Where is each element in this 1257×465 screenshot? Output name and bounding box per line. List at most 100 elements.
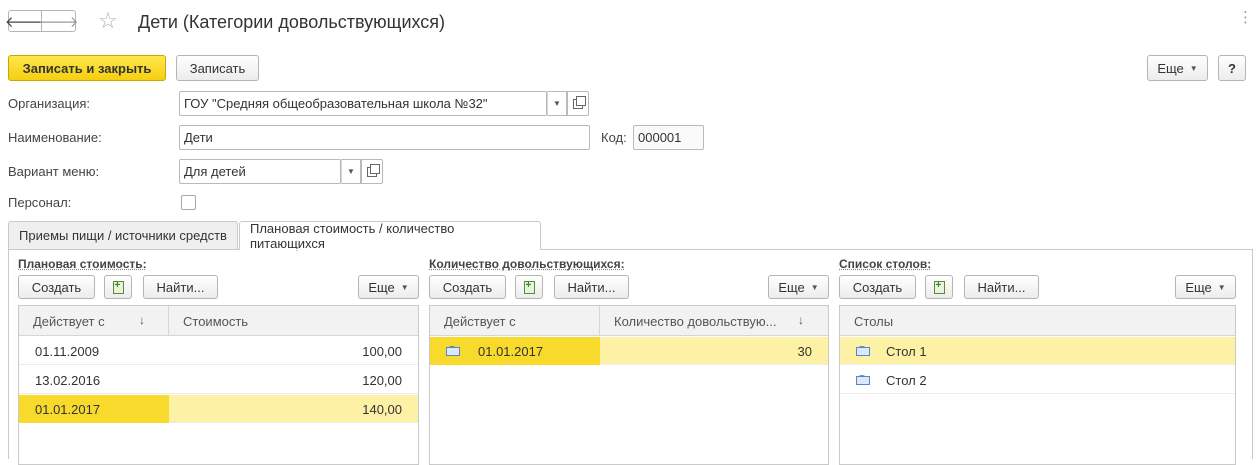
organization-field[interactable]: ГОУ "Средняя общеобразовательная школа №… <box>179 91 547 116</box>
more-label: Еще <box>1157 60 1184 76</box>
count-table[interactable]: Действует с Количество довольствую... ↓ … <box>429 305 829 465</box>
chevron-down-icon: ▼ <box>553 99 561 108</box>
menu-variant-dropdown-button[interactable]: ▼ <box>341 159 361 184</box>
menu-variant-open-button[interactable] <box>361 159 383 184</box>
cost-find-label: Найти... <box>156 279 205 295</box>
record-icon <box>856 371 870 385</box>
count-more-button[interactable]: Еще ▼ <box>768 275 829 299</box>
count-row-value: 30 <box>797 343 812 359</box>
tables-table[interactable]: Столы Стол 1 Стол 2 <box>839 305 1236 465</box>
table-row[interactable]: Стол 2 <box>840 366 1235 394</box>
tables-create-label: Создать <box>852 279 903 295</box>
arrow-right-icon: 🡒 <box>38 13 79 31</box>
tables-row-cell: Стол 2 <box>856 366 927 394</box>
count-more-label: Еще <box>778 279 805 295</box>
count-table-header: Действует с Количество довольствую... ↓ <box>430 306 828 336</box>
count-find-label: Найти... <box>567 279 616 295</box>
name-value: Дети <box>184 130 213 145</box>
count-row-date: 01.01.2017 <box>478 343 544 359</box>
name-field[interactable]: Дети <box>179 125 590 150</box>
tables-create-button[interactable]: Создать <box>839 275 916 299</box>
chevron-down-icon: ▼ <box>347 167 355 176</box>
count-copy-button[interactable] <box>515 275 543 299</box>
personnel-label: Персонал: <box>8 195 72 210</box>
tab-meals-sources[interactable]: Приемы пищи / источники средств <box>8 221 238 249</box>
count-find-button[interactable]: Найти... <box>554 275 629 299</box>
table-row[interactable]: 13.02.2016 120,00 <box>19 366 418 394</box>
organization-open-button[interactable] <box>567 91 589 116</box>
forward-button[interactable]: 🡒 <box>38 10 79 32</box>
cost-col-value-label: Стоимость <box>183 313 249 329</box>
count-section-title: Количество довольствующихся: <box>429 257 625 271</box>
count-col-value-label: Количество довольствую... <box>614 313 777 329</box>
tab-planned-cost[interactable]: Плановая стоимость / количество питающих… <box>239 221 541 251</box>
table-row[interactable]: 01.11.2009 100,00 <box>19 337 418 365</box>
chevron-down-icon: ▼ <box>400 282 409 292</box>
copy-document-icon <box>523 280 535 294</box>
tables-more-label: Еще <box>1185 279 1212 295</box>
organization-label: Организация: <box>8 96 91 111</box>
cost-table[interactable]: Действует с ↓ Стоимость 01.11.2009 100,0… <box>18 305 419 465</box>
chevron-down-icon: ▼ <box>1217 282 1226 292</box>
window-title: Дети (Категории довольствующихся) <box>138 12 446 32</box>
cost-copy-button[interactable] <box>104 275 132 299</box>
cost-col-date-label: Действует с <box>33 313 105 329</box>
table-row[interactable]: 01.01.2017 140,00 <box>19 395 418 423</box>
count-create-button[interactable]: Создать <box>429 275 506 299</box>
tables-table-header: Столы <box>840 306 1235 336</box>
save-label: Записать <box>189 60 246 76</box>
more-button[interactable]: Еще ▼ <box>1147 55 1208 81</box>
favorite-star-icon[interactable]: ☆ <box>98 8 118 34</box>
cost-more-button[interactable]: Еще ▼ <box>358 275 419 299</box>
tables-more-button[interactable]: Еще ▼ <box>1175 275 1236 299</box>
tables-col-name[interactable]: Столы <box>840 306 1235 336</box>
code-field[interactable]: 000001 <box>633 125 704 150</box>
tables-row-cell: Стол 1 <box>856 337 927 365</box>
save-button[interactable]: Записать <box>176 55 259 81</box>
save-and-close-button[interactable]: Записать и закрыть <box>8 55 166 81</box>
cost-col-date[interactable]: Действует с <box>19 306 169 336</box>
tables-copy-button[interactable] <box>925 275 953 299</box>
menu-variant-field[interactable]: Для детей <box>179 159 341 184</box>
cost-more-label: Еще <box>368 279 395 295</box>
tables-find-label: Найти... <box>977 279 1026 295</box>
cost-row-date: 01.01.2017 <box>19 395 169 423</box>
record-icon <box>446 342 460 356</box>
count-col-date[interactable]: Действует с <box>430 306 600 336</box>
window-menu-icon[interactable]: ⋮ <box>1238 10 1253 25</box>
cost-table-header: Действует с ↓ Стоимость <box>19 306 418 336</box>
table-row[interactable]: Стол 1 <box>840 337 1235 365</box>
organization-value: ГОУ "Средняя общеобразовательная школа №… <box>184 96 488 111</box>
tab-meals-sources-label: Приемы пищи / источники средств <box>19 228 227 243</box>
cost-row-date: 01.11.2009 <box>35 343 100 359</box>
count-col-value[interactable]: Количество довольствую... <box>600 306 828 336</box>
chevron-down-icon: ▼ <box>810 282 819 292</box>
menu-variant-label: Вариант меню: <box>8 164 100 179</box>
sort-arrow-icon: ↓ <box>139 313 145 327</box>
organization-dropdown-button[interactable]: ▼ <box>547 91 567 116</box>
code-label: Код: <box>601 130 627 145</box>
save-and-close-label: Записать и закрыть <box>22 60 152 76</box>
copy-document-icon <box>933 280 945 294</box>
help-button[interactable]: ? <box>1218 55 1246 81</box>
back-button[interactable]: 🡐 <box>5 10 45 32</box>
cost-row-date: 13.02.2016 <box>35 372 101 388</box>
chevron-down-icon: ▼ <box>1189 63 1198 73</box>
cost-col-value[interactable]: Стоимость <box>169 306 418 336</box>
cost-find-button[interactable]: Найти... <box>143 275 218 299</box>
personnel-checkbox[interactable] <box>181 195 196 210</box>
cost-row-value: 140,00 <box>362 401 402 417</box>
count-col-date-label: Действует с <box>444 313 516 329</box>
name-label: Наименование: <box>8 130 102 145</box>
tables-row-name: Стол 2 <box>886 372 927 388</box>
cost-row-value: 100,00 <box>362 343 402 359</box>
record-icon <box>856 342 870 356</box>
menu-variant-value: Для детей <box>184 164 246 179</box>
table-row[interactable]: 01.01.2017 30 <box>430 337 828 365</box>
cost-create-label: Создать <box>31 279 82 295</box>
cost-create-button[interactable]: Создать <box>18 275 95 299</box>
help-icon: ? <box>1228 60 1236 76</box>
tables-find-button[interactable]: Найти... <box>964 275 1039 299</box>
code-value: 000001 <box>638 130 682 145</box>
tables-section-title: Список столов: <box>839 257 932 271</box>
